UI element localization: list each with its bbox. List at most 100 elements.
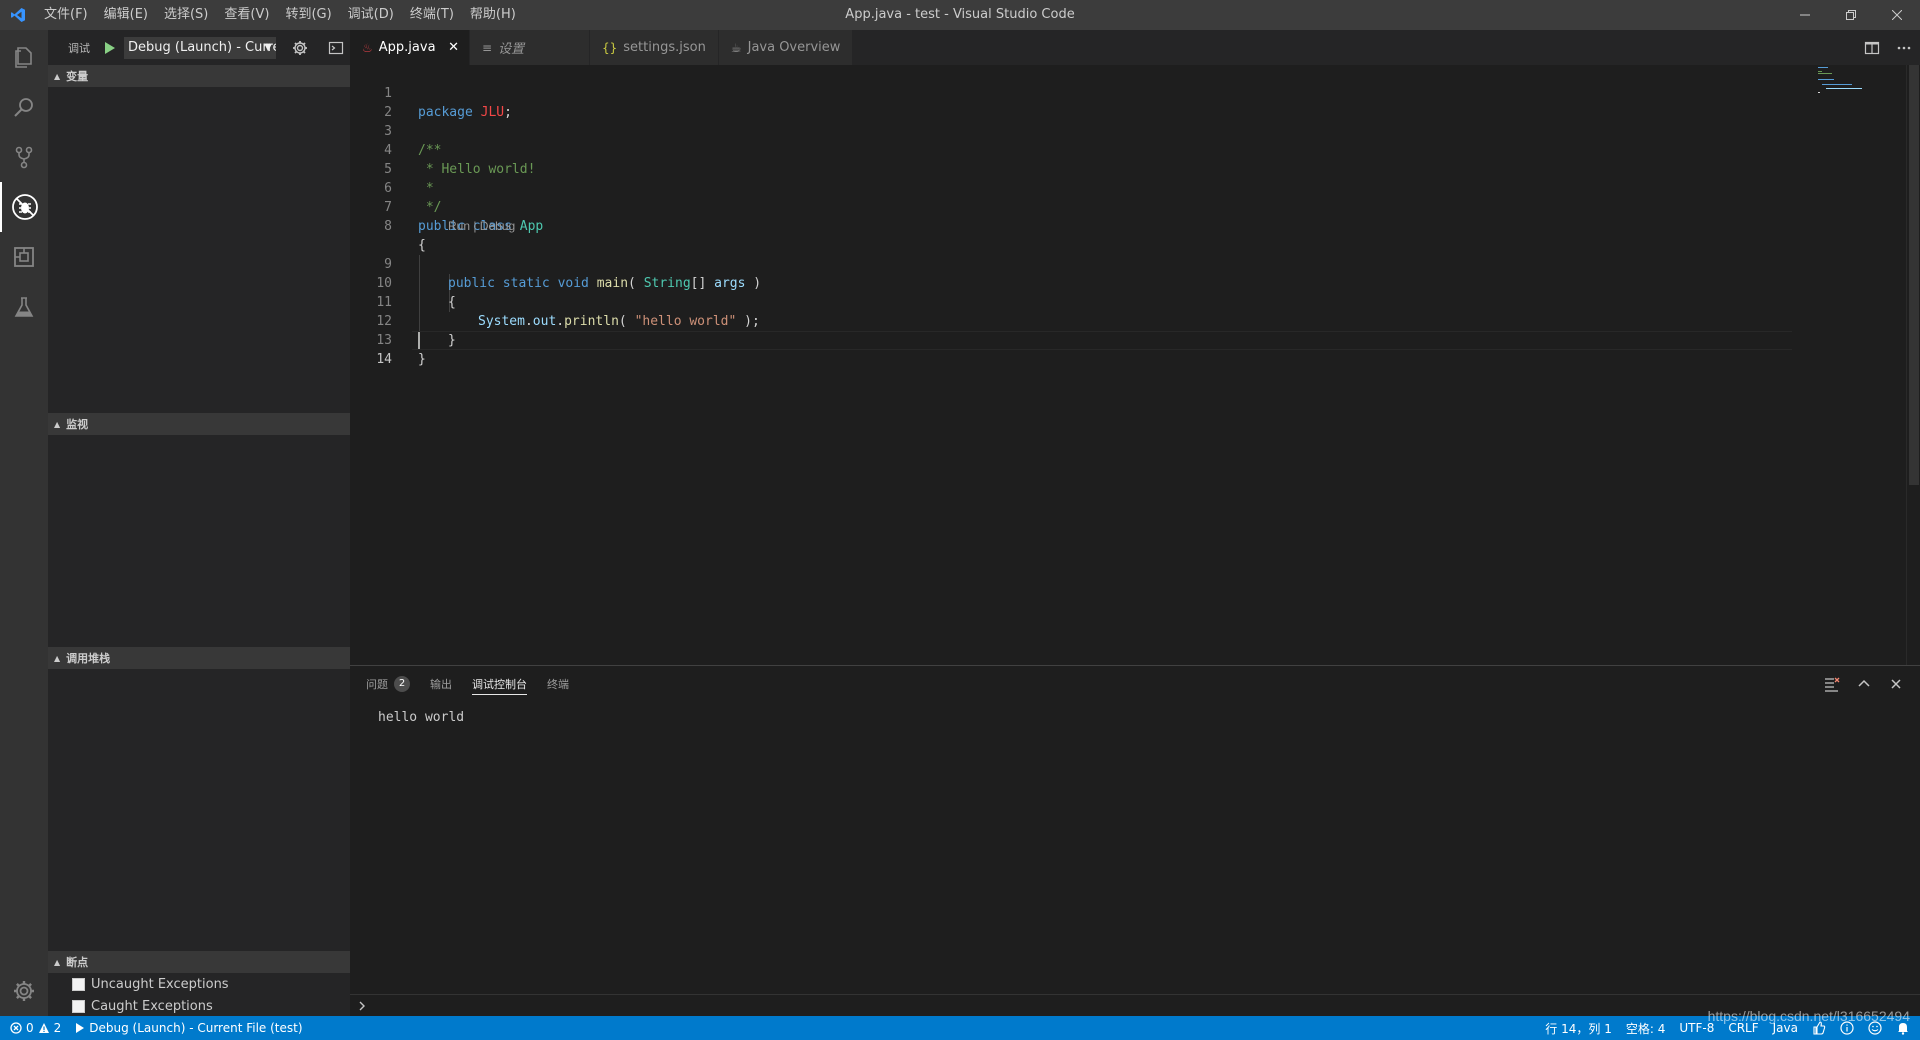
breakpoint-label: Uncaught Exceptions	[91, 976, 229, 992]
menu-terminal[interactable]: 终端(T)	[402, 0, 462, 30]
live-share-button[interactable]	[1812, 1021, 1826, 1035]
code-line: 8 {	[350, 198, 1790, 253]
editor-vertical-scrollbar[interactable]	[1906, 65, 1920, 665]
menu-bar: 文件(F) 编辑(E) 选择(S) 查看(V) 转到(G) 调试(D) 终端(T…	[36, 0, 524, 30]
tab-label: App.java	[378, 40, 436, 55]
watch-panel	[48, 435, 350, 647]
split-editor-icon	[1864, 41, 1880, 54]
close-panel-button[interactable]	[1880, 666, 1912, 701]
java-status-button[interactable]	[1840, 1021, 1854, 1035]
tab-java-overview[interactable]: ☕ Java Overview	[718, 30, 854, 65]
debug-view-button[interactable]	[0, 182, 48, 232]
indentation[interactable]: 空格: 4	[1626, 1020, 1666, 1037]
code-editor[interactable]: 1 package JLU; 2 3 /** 4 * Hello world! …	[350, 65, 1920, 665]
warning-icon	[38, 1023, 49, 1033]
breakpoints-title: 断点	[66, 956, 89, 969]
breakpoint-checkbox[interactable]	[72, 999, 85, 1013]
notifications-button[interactable]	[1896, 1021, 1910, 1035]
chevron-down-icon: ▼	[264, 41, 272, 53]
test-button[interactable]	[0, 282, 48, 332]
tab-label: 设置	[498, 42, 525, 57]
callstack-section-header[interactable]: ▲ 调用堆栈	[48, 647, 350, 669]
code-token: }	[418, 352, 426, 367]
gear-icon	[293, 40, 307, 55]
collapse-triangle-icon: ▲	[54, 653, 61, 663]
watch-section-header[interactable]: ▲ 监视	[48, 413, 350, 435]
tab-settings[interactable]: ≡ 设置	[470, 30, 590, 65]
close-icon	[1892, 10, 1902, 20]
tab-problems[interactable]: 问题 2	[366, 666, 410, 701]
debug-console-button[interactable]	[324, 37, 348, 59]
breakpoint-checkbox[interactable]	[72, 977, 85, 991]
tab-output[interactable]: 输出	[430, 666, 452, 701]
tab-label: Java Overview	[747, 40, 841, 55]
language-mode[interactable]: Java	[1773, 1021, 1798, 1035]
settings-list-icon: ≡	[482, 40, 493, 55]
source-control-button[interactable]	[0, 132, 48, 182]
files-icon	[15, 47, 32, 68]
gear-icon	[14, 981, 34, 1001]
code-line: 7 public class App	[350, 179, 1790, 234]
panel-actions	[1816, 666, 1912, 701]
tab-debug-console[interactable]: 调试控制台	[472, 666, 527, 701]
breakpoint-item[interactable]: Uncaught Exceptions	[48, 973, 350, 995]
menu-debug[interactable]: 调试(D)	[340, 0, 402, 30]
encoding[interactable]: UTF-8	[1679, 1021, 1714, 1035]
menu-selection[interactable]: 选择(S)	[156, 0, 216, 30]
breakpoint-item[interactable]: Caught Exceptions	[48, 995, 350, 1017]
code-line: 5 *	[350, 141, 1790, 196]
close-window-button[interactable]	[1874, 0, 1920, 30]
start-debugging-button[interactable]	[102, 40, 118, 56]
search-icon	[14, 98, 33, 117]
close-tab-icon[interactable]: ✕	[448, 40, 459, 55]
title-bar: 文件(F) 编辑(E) 选择(S) 查看(V) 转到(G) 调试(D) 终端(T…	[0, 0, 1920, 30]
minimap-preview-icon	[1818, 67, 1862, 93]
minimize-button[interactable]	[1782, 0, 1828, 30]
menu-help[interactable]: 帮助(H)	[462, 0, 524, 30]
manage-button[interactable]	[0, 966, 48, 1016]
more-actions-button[interactable]	[1888, 30, 1920, 65]
watch-title: 监视	[66, 418, 89, 431]
feedback-button[interactable]	[1868, 1021, 1882, 1035]
debug-console-input[interactable]	[350, 994, 1920, 1016]
explorer-button[interactable]	[0, 32, 48, 82]
chevron-up-icon	[1858, 679, 1870, 687]
minimap[interactable]	[1816, 65, 1906, 665]
variables-section-header[interactable]: ▲ 变量	[48, 65, 350, 87]
editor-tabs: ♨ App.java ✕ ≡ 设置 {} settings.json ☕ Jav…	[350, 30, 1920, 65]
split-editor-button[interactable]	[1856, 30, 1888, 65]
cursor-position[interactable]: 行 14，列 1	[1545, 1020, 1612, 1037]
breakpoints-section-header[interactable]: ▲ 断点	[48, 951, 350, 973]
codelens-run-debug[interactable]: Run | Debug	[448, 217, 515, 236]
end-of-line[interactable]: CRLF	[1728, 1021, 1758, 1035]
menu-edit[interactable]: 编辑(E)	[96, 0, 156, 30]
editor-actions	[1856, 30, 1920, 65]
menu-go[interactable]: 转到(G)	[277, 0, 339, 30]
code-line: 14	[350, 331, 1790, 367]
debug-config-select[interactable]: Debug (Launch) - Current File (test) ▼	[124, 36, 276, 59]
menu-view[interactable]: 查看(V)	[216, 0, 277, 30]
tab-terminal[interactable]: 终端	[547, 666, 569, 701]
open-launch-json-button[interactable]	[288, 37, 312, 59]
search-button[interactable]	[0, 82, 48, 132]
code-line: 11 System.out.println( "hello world" );	[350, 274, 1790, 329]
menu-file[interactable]: 文件(F)	[36, 0, 96, 30]
play-icon	[76, 1023, 85, 1033]
bottom-panel: 问题 2 输出 调试控制台 终端 hello world	[350, 665, 1920, 1016]
smiley-icon	[1868, 1021, 1882, 1035]
tab-settings-json[interactable]: {} settings.json	[590, 30, 719, 65]
code-line: 13 }	[350, 312, 1790, 367]
problems-status[interactable]: 0 2	[10, 1021, 61, 1035]
maximize-panel-button[interactable]	[1848, 666, 1880, 701]
debug-config-status[interactable]: Debug (Launch) - Current File (test)	[75, 1021, 303, 1035]
ellipsis-icon	[1897, 46, 1911, 49]
debug-icon	[12, 194, 38, 220]
java-file-icon: ♨	[362, 40, 373, 55]
restore-button[interactable]	[1828, 0, 1874, 30]
scrollbar-thumb[interactable]	[1909, 65, 1919, 485]
problems-count-badge: 2	[394, 675, 410, 692]
tab-app-java[interactable]: ♨ App.java ✕	[350, 30, 470, 65]
extensions-button[interactable]	[0, 232, 48, 282]
tab-label: 问题	[366, 677, 388, 691]
clear-console-button[interactable]	[1816, 666, 1848, 701]
